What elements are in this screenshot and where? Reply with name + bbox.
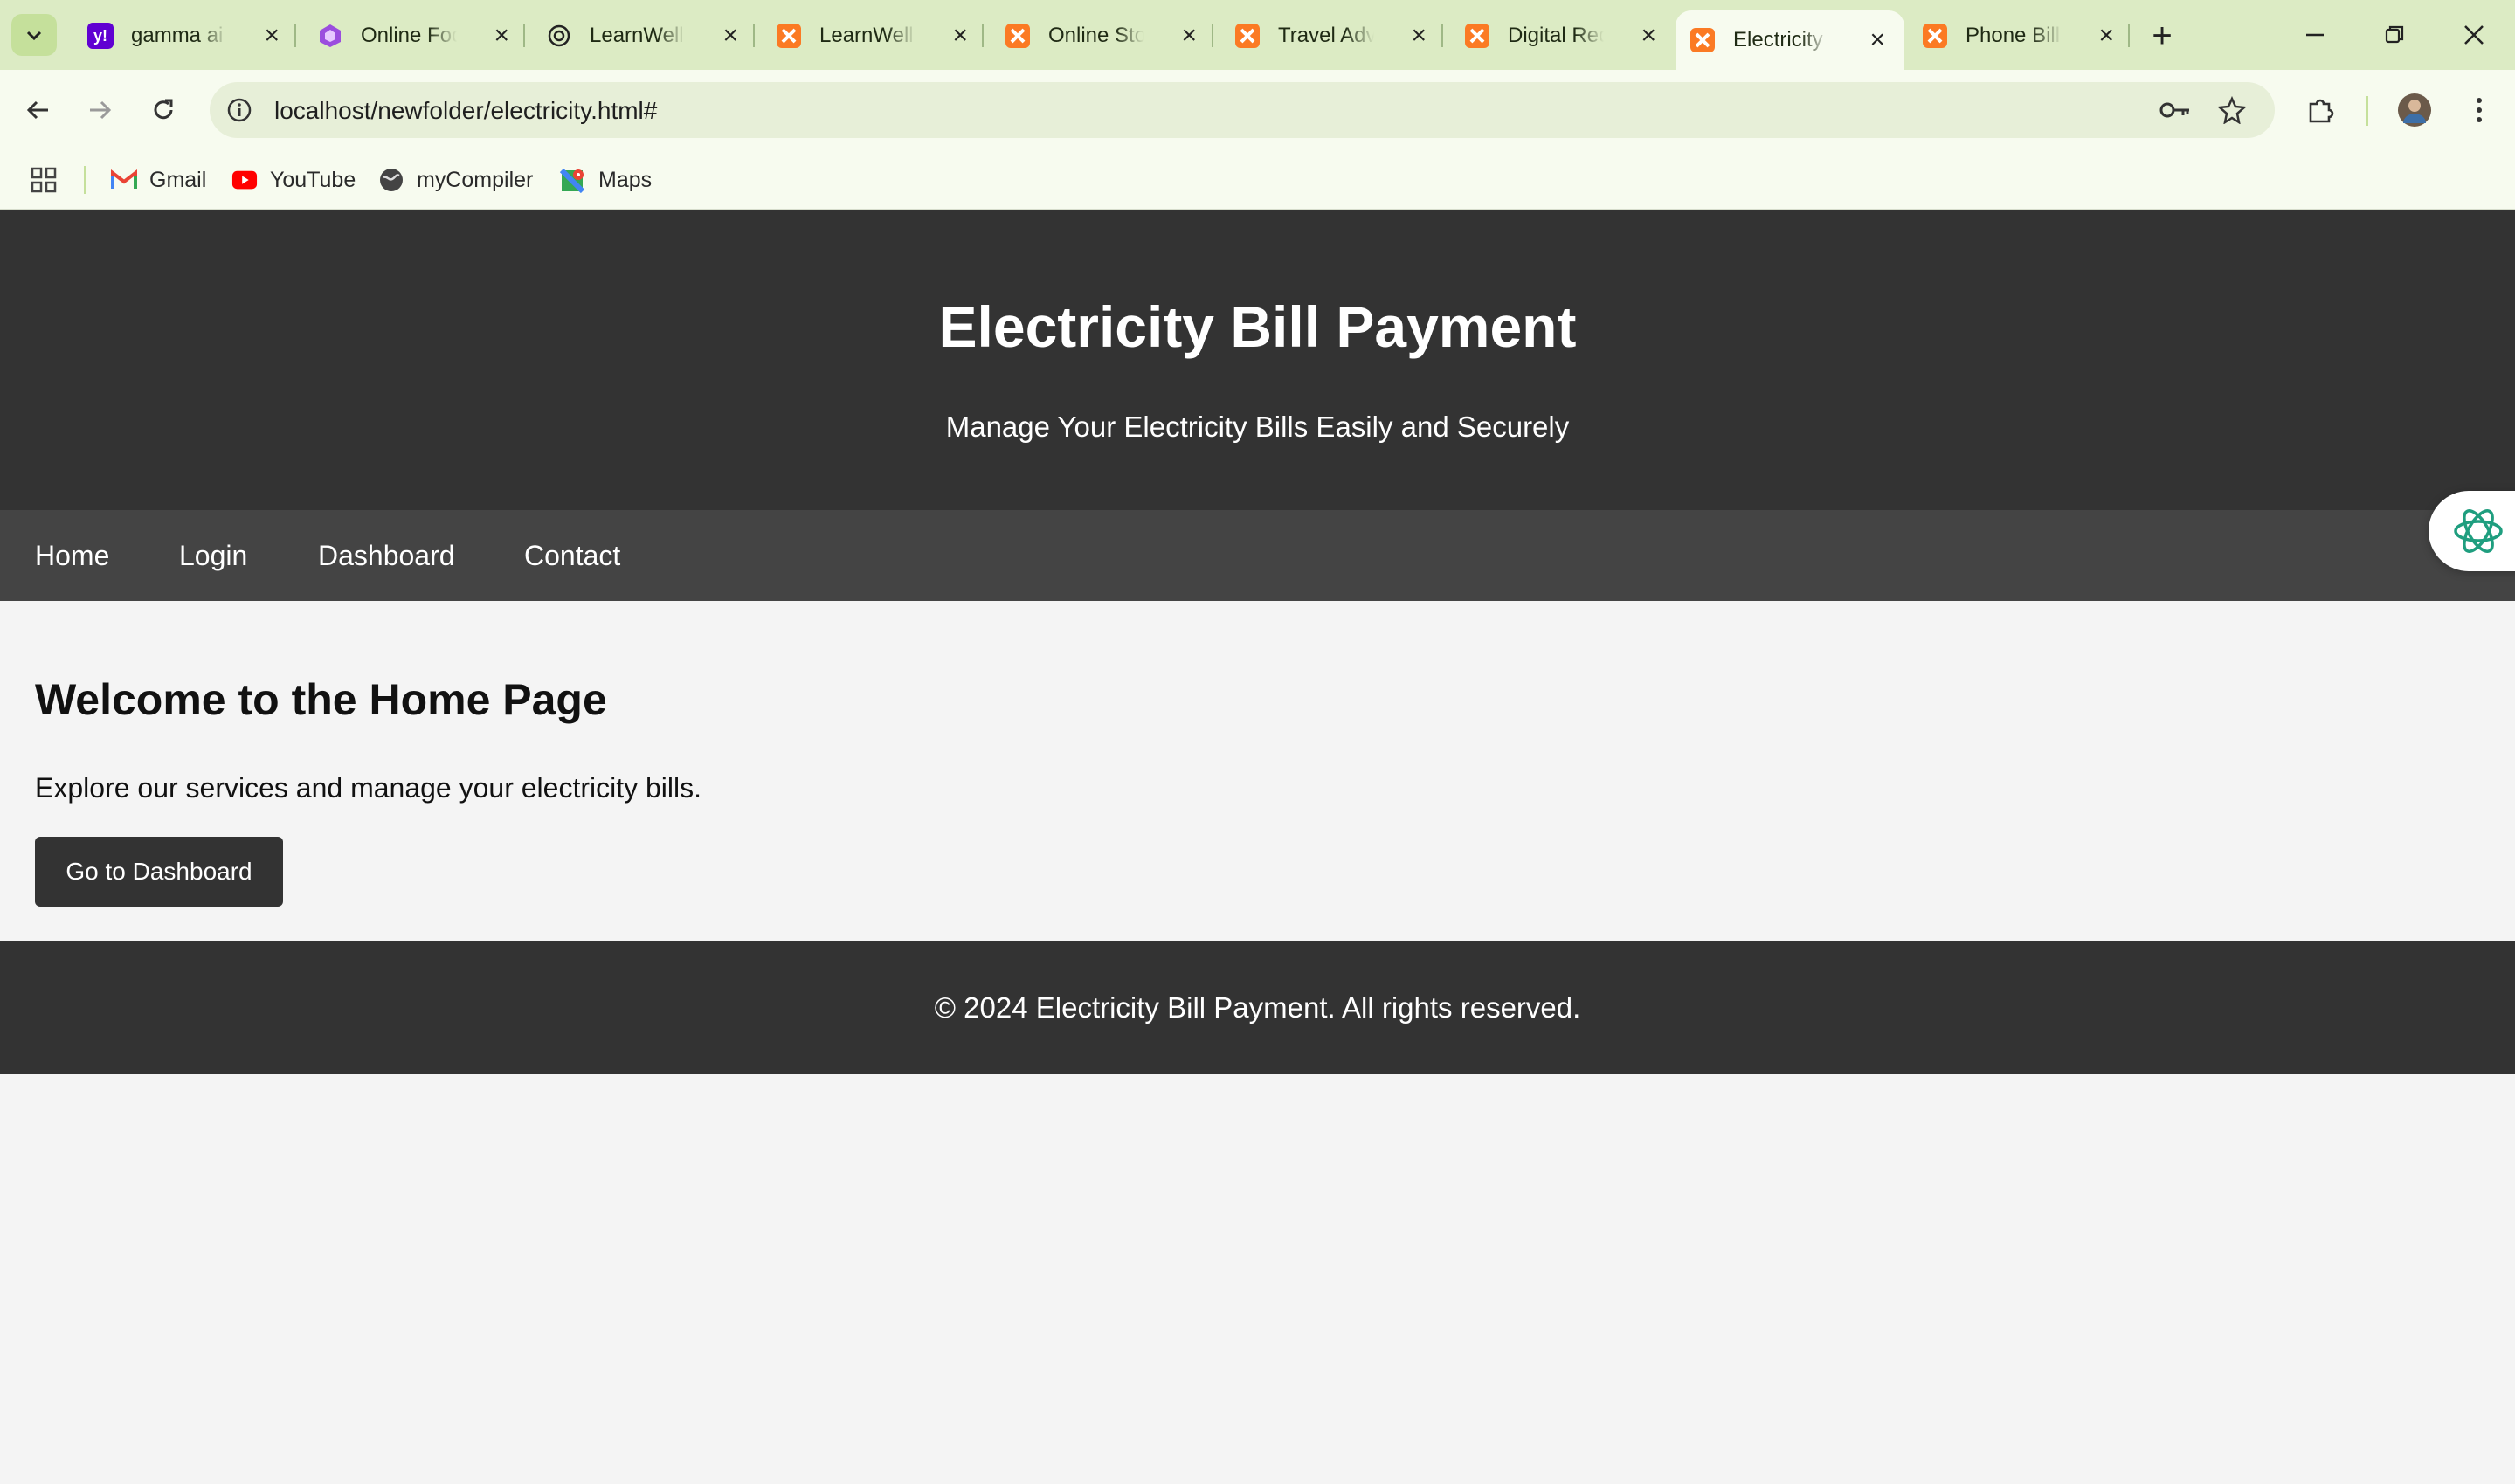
site-header: Electricity Bill Payment Manage Your Ele… bbox=[0, 210, 2515, 510]
xampp-icon bbox=[1689, 27, 1716, 53]
browser-tab[interactable]: Digital Rec × bbox=[1447, 12, 1676, 59]
tab-separator bbox=[294, 24, 296, 47]
globe-icon bbox=[378, 167, 404, 193]
tab-strip: y! gamma ai - × Online Foo × LearnWell V… bbox=[0, 0, 2515, 70]
tab-separator bbox=[753, 24, 755, 47]
bookmark-youtube[interactable]: YouTube bbox=[231, 162, 356, 197]
tab-separator bbox=[2128, 24, 2130, 47]
tab-separator bbox=[1441, 24, 1443, 47]
xampp-icon bbox=[1005, 23, 1031, 49]
bookmarks-divider bbox=[84, 166, 86, 194]
address-bar[interactable]: localhost/newfolder/electricity.html# bbox=[210, 82, 2275, 138]
arrow-right-icon bbox=[90, 100, 112, 120]
browser-tab[interactable]: Online Foo × bbox=[300, 12, 529, 59]
page-title: Electricity Bill Payment bbox=[938, 294, 1577, 359]
browser-toolbar: localhost/newfolder/electricity.html# bbox=[0, 70, 2515, 150]
xampp-icon bbox=[1464, 23, 1490, 49]
forward-button[interactable] bbox=[75, 86, 124, 135]
password-key-icon[interactable] bbox=[2158, 93, 2193, 128]
close-icon[interactable]: × bbox=[952, 23, 968, 49]
restore-icon bbox=[2385, 25, 2404, 44]
tab-title: LearnWell V bbox=[590, 24, 686, 47]
close-icon[interactable]: × bbox=[1181, 23, 1197, 49]
assistant-button[interactable] bbox=[2429, 491, 2515, 571]
close-window-button[interactable] bbox=[2435, 9, 2513, 61]
xampp-icon bbox=[1234, 23, 1261, 49]
minimize-button[interactable] bbox=[2276, 9, 2354, 61]
gmail-icon bbox=[111, 167, 137, 193]
extensions-icon[interactable] bbox=[2296, 86, 2345, 135]
yahoo-icon: y! bbox=[87, 23, 114, 49]
bookmark-label: YouTube bbox=[270, 167, 356, 192]
bookmark-gmail[interactable]: Gmail bbox=[111, 162, 206, 197]
toolbar-divider bbox=[2366, 96, 2368, 126]
tab-title: Digital Rec bbox=[1508, 24, 1604, 47]
apps-grid-icon[interactable] bbox=[30, 162, 58, 197]
tab-title: LearnWell T bbox=[819, 24, 915, 47]
bookmark-mycompiler[interactable]: myCompiler bbox=[378, 162, 533, 197]
browser-tab[interactable]: LearnWell T × bbox=[758, 12, 987, 59]
reload-button[interactable] bbox=[139, 86, 188, 135]
tab-title: Travel Adve bbox=[1278, 24, 1374, 47]
browser-tab-active[interactable]: Electricity B × bbox=[1676, 10, 1904, 70]
bookmark-star-icon[interactable] bbox=[2214, 93, 2249, 128]
site-info-icon[interactable] bbox=[222, 93, 257, 128]
tab-separator bbox=[982, 24, 984, 47]
tab-title: Online Foo bbox=[361, 24, 457, 47]
ai-assistant-icon bbox=[2454, 509, 2503, 553]
tab-search-button[interactable] bbox=[11, 14, 57, 56]
gamma-app-icon bbox=[317, 23, 343, 49]
bookmark-label: Gmail bbox=[149, 167, 207, 192]
bookmark-label: Maps bbox=[598, 167, 653, 192]
chatgpt-icon bbox=[546, 23, 572, 49]
xampp-icon bbox=[776, 23, 802, 49]
nav-link-dashboard[interactable]: Dashboard bbox=[318, 540, 455, 572]
back-button[interactable] bbox=[14, 86, 63, 135]
copyright-text: © 2024 Electricity Bill Payment. All rig… bbox=[934, 991, 1581, 1024]
bookmark-label: myCompiler bbox=[417, 167, 534, 192]
page-subtitle: Manage Your Electricity Bills Easily and… bbox=[945, 411, 1570, 443]
restore-button[interactable] bbox=[2355, 9, 2434, 61]
menu-kebab-icon[interactable] bbox=[2455, 86, 2504, 135]
site-footer: © 2024 Electricity Bill Payment. All rig… bbox=[0, 941, 2515, 1074]
tab-title: gamma ai - bbox=[131, 24, 227, 47]
welcome-heading: Welcome to the Home Page bbox=[35, 675, 607, 724]
welcome-text: Explore our services and manage your ele… bbox=[35, 772, 701, 804]
minimize-icon bbox=[2306, 33, 2324, 37]
tab-separator bbox=[1212, 24, 1213, 47]
nav-link-login[interactable]: Login bbox=[179, 540, 247, 572]
close-icon[interactable]: × bbox=[1641, 23, 1656, 49]
site-nav: Home Login Dashboard Contact bbox=[0, 510, 2515, 601]
browser-tab[interactable]: y! gamma ai - × bbox=[70, 12, 299, 59]
tab-title: Phone Bill P bbox=[1966, 24, 2062, 47]
close-icon[interactable]: × bbox=[1411, 23, 1427, 49]
browser-tab[interactable]: Travel Adve × bbox=[1217, 12, 1446, 59]
close-icon[interactable]: × bbox=[722, 23, 738, 49]
nav-link-home[interactable]: Home bbox=[35, 540, 109, 572]
tab-title: Online Stor bbox=[1048, 24, 1144, 47]
chevron-down-icon bbox=[26, 31, 42, 41]
reload-icon bbox=[154, 99, 173, 120]
avatar[interactable] bbox=[2390, 86, 2439, 135]
browser-tab[interactable]: Online Stor × bbox=[987, 12, 1216, 59]
close-icon[interactable]: × bbox=[2098, 23, 2114, 49]
tab-title: Electricity B bbox=[1733, 28, 1829, 52]
nav-link-contact[interactable]: Contact bbox=[524, 540, 620, 572]
maps-icon bbox=[560, 167, 586, 193]
xampp-icon bbox=[1922, 23, 1948, 49]
close-icon[interactable]: × bbox=[494, 23, 509, 49]
go-to-dashboard-button[interactable]: Go to Dashboard bbox=[35, 837, 283, 907]
browser-tab[interactable]: LearnWell V × bbox=[529, 12, 757, 59]
close-icon bbox=[2464, 25, 2484, 45]
bookmarks-bar: Gmail YouTube myCompiler Maps bbox=[0, 150, 2515, 210]
close-icon[interactable]: × bbox=[1869, 27, 1885, 53]
youtube-icon bbox=[231, 167, 258, 193]
new-tab-button[interactable]: + bbox=[2142, 16, 2182, 56]
url-text[interactable]: localhost/newfolder/electricity.html# bbox=[274, 97, 657, 125]
browser-tab[interactable]: Phone Bill P × bbox=[1904, 12, 2133, 59]
bookmark-maps[interactable]: Maps bbox=[560, 162, 652, 197]
close-icon[interactable]: × bbox=[264, 23, 280, 49]
tab-separator bbox=[523, 24, 525, 47]
arrow-left-icon bbox=[26, 100, 48, 120]
